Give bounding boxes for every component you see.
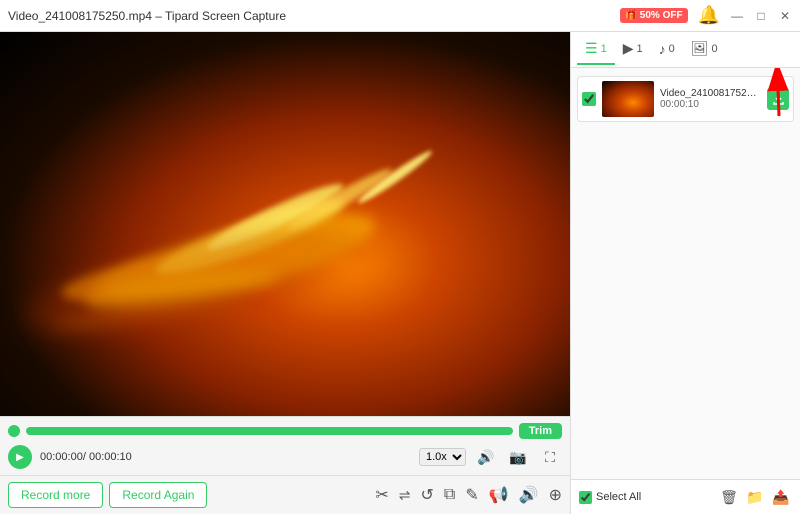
cut-icon[interactable]: ✂ <box>375 485 388 505</box>
progress-row: Trim <box>8 423 562 439</box>
play-button[interactable]: ▶ <box>8 445 32 469</box>
image-icon: 🖼 <box>691 40 709 57</box>
audio-count: 0 <box>669 43 675 55</box>
progress-fill <box>26 427 513 435</box>
playback-row: ▶ 00:00:00/ 00:00:10 1.0x 0.5x 1.5x 2.0x… <box>8 445 562 469</box>
titlebar: Video_241008175250.mp4 – Tipard Screen C… <box>0 0 800 32</box>
record-more-button[interactable]: Record more <box>8 482 103 508</box>
video2-count: 1 <box>636 43 642 55</box>
file-checkbox[interactable] <box>582 92 596 106</box>
fullscreen-icon[interactable]: ⛶ <box>538 445 562 469</box>
titlebar-controls: 50% OFF 🔔 — □ ✕ <box>620 5 792 26</box>
select-all-checkbox[interactable] <box>579 491 592 504</box>
file-list: Video_241008175250.mp4 00:00:10 <box>571 68 800 479</box>
time-display: 00:00:00/ 00:00:10 <box>40 451 132 463</box>
volume-icon[interactable]: 🔊 <box>474 445 498 469</box>
video-area <box>0 32 570 416</box>
controls-bar: Trim ▶ 00:00:00/ 00:00:10 1.0x 0.5x 1.5x… <box>0 416 570 475</box>
window-title: Video_241008175250.mp4 – Tipard Screen C… <box>8 9 286 23</box>
titlebar-left: Video_241008175250.mp4 – Tipard Screen C… <box>8 9 286 23</box>
rotate-icon[interactable]: ↺ <box>421 485 434 505</box>
tab-video2[interactable]: ▶ 1 <box>615 34 651 65</box>
record-again-button[interactable]: Record Again <box>109 482 207 508</box>
camera-icon[interactable]: 📷 <box>506 445 530 469</box>
more-icon[interactable]: ⊕ <box>549 485 562 505</box>
tab-audio[interactable]: ♪ 0 <box>651 35 683 65</box>
left-panel: Trim ▶ 00:00:00/ 00:00:10 1.0x 0.5x 1.5x… <box>0 32 570 514</box>
action-icons: ✂ ⇌ ↺ ⧉ ✎ 📢 🔊 ⊕ <box>375 485 562 505</box>
tab-video[interactable]: ☰ 1 <box>577 34 615 65</box>
edit-icon[interactable]: ✎ <box>465 485 478 505</box>
music-icon: ♪ <box>659 41 666 57</box>
action-bar: Record more Record Again ✂ ⇌ ↺ ⧉ ✎ 📢 🔊 ⊕ <box>0 475 570 514</box>
speed-select[interactable]: 1.0x 0.5x 1.5x 2.0x <box>419 448 466 466</box>
time-total: 00:00:10 <box>89 451 132 463</box>
maximize-button[interactable]: □ <box>754 9 768 23</box>
right-panel: ☰ 1 ▶ 1 ♪ 0 🖼 0 Video_241008175250 <box>570 32 800 514</box>
audio-edit-icon[interactable]: 📢 <box>489 485 509 505</box>
file-thumbnail <box>602 81 654 117</box>
tab-image[interactable]: 🖼 0 <box>683 34 726 65</box>
progress-handle[interactable] <box>8 425 20 437</box>
select-all-label: Select All <box>596 491 641 503</box>
export-button[interactable]: 📤 <box>770 486 792 508</box>
delete-button[interactable]: 🗑 <box>718 486 740 508</box>
image-count: 0 <box>712 43 718 55</box>
video-count: 1 <box>601 43 607 55</box>
progress-track[interactable] <box>26 427 513 435</box>
bell-icon[interactable]: 🔔 <box>698 5 720 26</box>
right-toolbar: Select All 🗑 📁 📤 <box>571 479 800 514</box>
list-icon: ☰ <box>585 40 598 57</box>
adjust-icon[interactable]: ⇌ <box>399 487 411 504</box>
main-layout: Trim ▶ 00:00:00/ 00:00:10 1.0x 0.5x 1.5x… <box>0 32 800 514</box>
trim-button[interactable]: Trim <box>519 423 562 439</box>
copy-icon[interactable]: ⧉ <box>444 486 455 504</box>
folder-button[interactable]: 📁 <box>744 486 766 508</box>
minimize-button[interactable]: — <box>730 9 744 23</box>
promo-badge[interactable]: 50% OFF <box>620 8 687 23</box>
close-button[interactable]: ✕ <box>778 9 792 23</box>
play-icon: ▶ <box>623 40 634 57</box>
tab-bar: ☰ 1 ▶ 1 ♪ 0 🖼 0 <box>571 32 800 68</box>
time-current: 00:00:00 <box>40 451 83 463</box>
sound-icon[interactable]: 🔊 <box>519 485 539 505</box>
video-preview <box>0 32 570 416</box>
